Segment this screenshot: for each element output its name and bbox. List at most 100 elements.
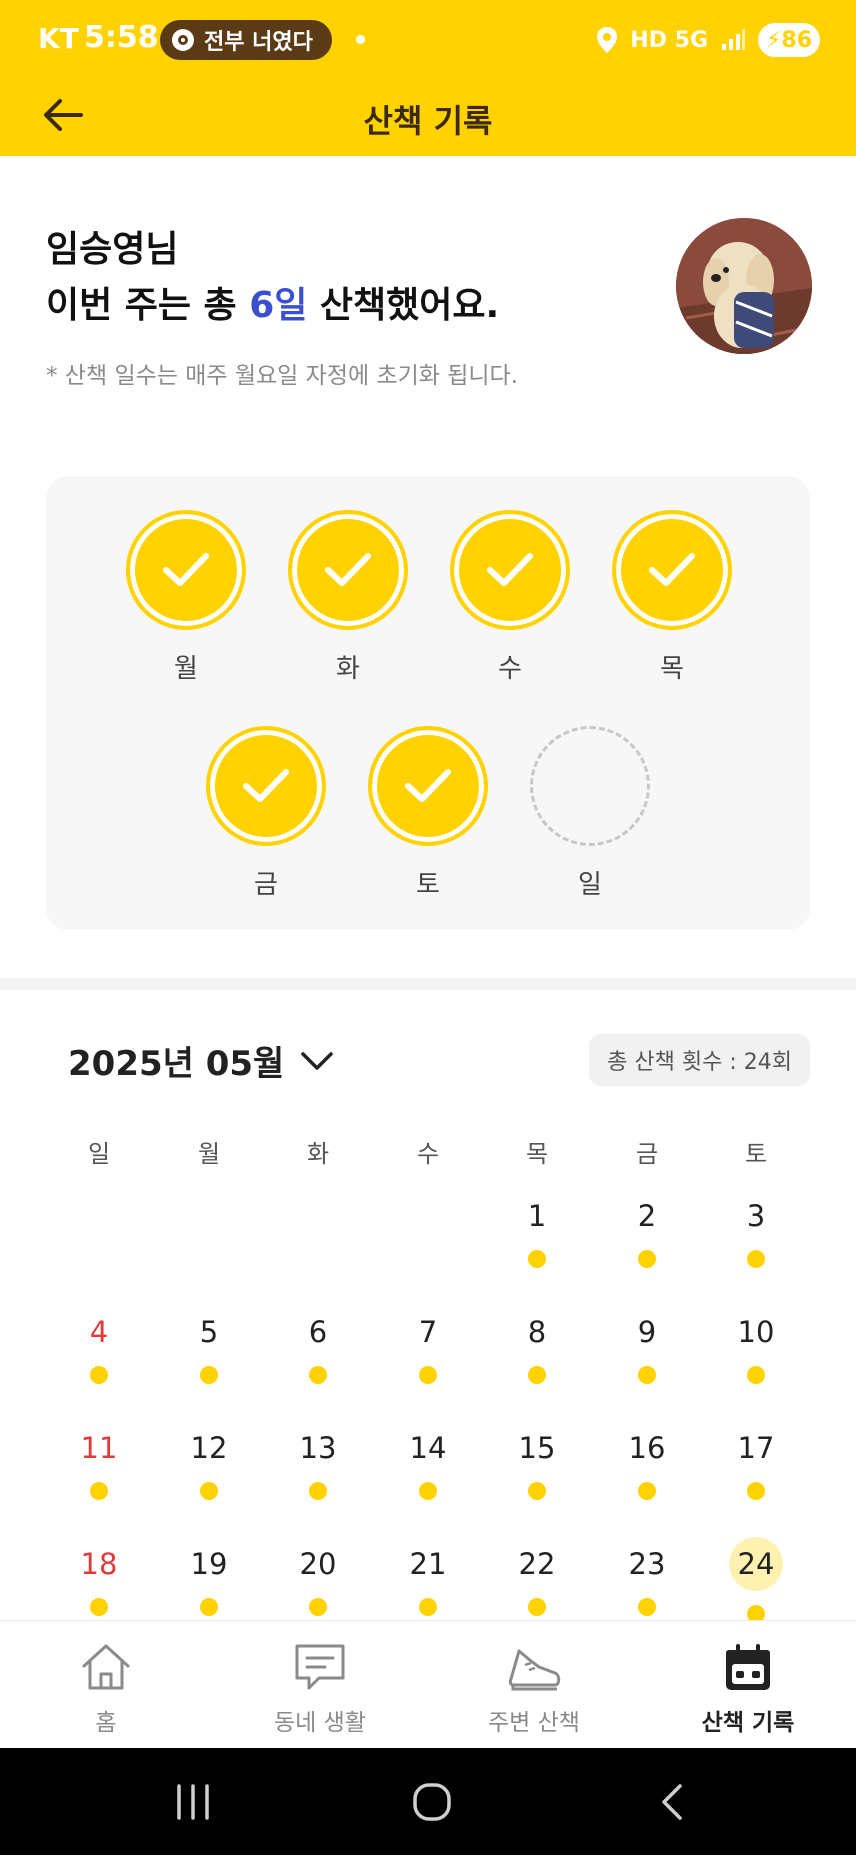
walk-marker-dot xyxy=(747,1366,765,1384)
calendar-day[interactable]: 10 xyxy=(716,1312,796,1412)
nav-label: 산책 기록 xyxy=(701,1710,795,1736)
check-icon xyxy=(243,769,289,802)
day-label: 금 xyxy=(254,870,278,900)
calendar-day[interactable]: 14 xyxy=(388,1428,468,1528)
total-walk-count-badge: 총 산책 횟수 : 24회 xyxy=(589,1034,810,1086)
walk-marker-dot xyxy=(309,1366,327,1384)
week-day-tue: 화 xyxy=(288,510,408,685)
media-title: 전부 너였다 xyxy=(204,30,313,55)
month-selector[interactable]: 2025년 05월 xyxy=(68,1036,334,1085)
bottom-navigation: 홈 동네 생활 주변 산책 산책 기록 xyxy=(0,1620,856,1748)
check-icon xyxy=(487,553,533,586)
chevron-left-icon xyxy=(662,1784,682,1820)
walk-marker-dot xyxy=(419,1366,437,1384)
walk-marker-dot xyxy=(200,1482,218,1500)
calendar-day-number: 22 xyxy=(518,1547,556,1581)
weekday-label: 수 xyxy=(416,1140,440,1168)
week-day-fri: 금 xyxy=(206,726,326,901)
location-icon xyxy=(597,27,618,53)
chevron-down-icon xyxy=(301,1051,334,1070)
check-icon xyxy=(649,553,695,586)
day-label: 월 xyxy=(174,654,198,684)
walk-marker-dot xyxy=(638,1598,656,1616)
media-indicator[interactable]: 전부 너였다 xyxy=(160,20,332,60)
calendar-day-number: 13 xyxy=(299,1431,337,1465)
calendar-day-number: 8 xyxy=(527,1315,547,1349)
home-system-button[interactable] xyxy=(402,1774,462,1830)
calendar-day[interactable]: 1 xyxy=(497,1196,577,1296)
notification-dot xyxy=(356,35,365,44)
system-navigation-bar xyxy=(0,1748,856,1855)
calendar-day-number: 7 xyxy=(418,1315,438,1349)
day-label: 목 xyxy=(660,654,684,684)
nav-walk-record[interactable]: 산책 기록 xyxy=(663,1639,833,1737)
calendar-day[interactable]: 11 xyxy=(59,1428,139,1528)
calendar-day-number: 6 xyxy=(308,1315,328,1349)
weekday-label: 목 xyxy=(525,1140,549,1168)
dog-photo xyxy=(676,218,812,354)
calendar-day[interactable]: 2 xyxy=(607,1196,687,1296)
day-label: 토 xyxy=(416,870,440,900)
calendar-day[interactable]: 3 xyxy=(716,1196,796,1296)
walk-marker-dot xyxy=(200,1366,218,1384)
day-status-walked xyxy=(612,510,732,630)
calendar-day[interactable]: 6 xyxy=(278,1312,358,1412)
calendar-day-number: 23 xyxy=(628,1547,666,1581)
nav-community[interactable]: 동네 생활 xyxy=(235,1639,405,1737)
nav-home[interactable]: 홈 xyxy=(21,1639,191,1737)
weekly-walk-card: 월 화 수 목 금 토 일 xyxy=(46,476,810,930)
day-label: 일 xyxy=(578,870,602,900)
play-icon xyxy=(172,29,194,51)
day-status-walked xyxy=(368,726,488,846)
calendar-day-number: 3 xyxy=(746,1199,766,1233)
calendar-day-number: 4 xyxy=(89,1315,109,1349)
calendar-day[interactable]: 4 xyxy=(59,1312,139,1412)
calendar-day[interactable]: 15 xyxy=(497,1428,577,1528)
reset-note: * 산책 일수는 매주 월요일 자정에 초기화 됩니다. xyxy=(46,363,519,389)
walk-marker-dot xyxy=(309,1598,327,1616)
pet-avatar[interactable] xyxy=(676,218,812,354)
month-label: 2025년 05월 xyxy=(68,1044,285,1084)
calendar-day-number: 18 xyxy=(80,1547,118,1581)
battery-level: 86 xyxy=(781,27,813,53)
week-day-wed: 수 xyxy=(450,510,570,685)
user-name: 임승영님 xyxy=(46,229,179,270)
calendar-day-number: 20 xyxy=(299,1547,337,1581)
check-icon xyxy=(405,769,451,802)
back-system-button[interactable] xyxy=(642,1774,702,1830)
week-day-sun: 일 xyxy=(530,726,650,901)
page-title: 산책 기록 xyxy=(363,102,493,140)
calendar-day[interactable]: 16 xyxy=(607,1428,687,1528)
calendar-day[interactable]: 8 xyxy=(497,1312,577,1412)
recent-apps-button[interactable] xyxy=(163,1774,223,1830)
calendar-day[interactable]: 5 xyxy=(169,1312,249,1412)
check-icon xyxy=(163,553,209,586)
weekday-label: 금 xyxy=(635,1140,659,1168)
nav-nearby-walk[interactable]: 주변 산책 xyxy=(449,1639,619,1737)
status-bar: KT 5:58 전부 너였다 HD 5G ⚡ 86 xyxy=(0,0,856,80)
status-icons: HD 5G ⚡ 86 xyxy=(596,20,820,60)
calendar-day-number: 21 xyxy=(409,1547,447,1581)
nav-label: 동네 생활 xyxy=(274,1710,366,1736)
calendar-day[interactable]: 7 xyxy=(388,1312,468,1412)
calendar-day[interactable]: 9 xyxy=(607,1312,687,1412)
check-icon xyxy=(325,553,371,586)
walk-days-count: 6일 xyxy=(249,285,308,326)
calendar-day[interactable]: 17 xyxy=(716,1428,796,1528)
walk-marker-dot xyxy=(309,1482,327,1500)
section-divider xyxy=(0,978,856,990)
app-header: 산책 기록 xyxy=(0,80,856,156)
walk-marker-dot xyxy=(419,1482,437,1500)
walk-marker-dot xyxy=(90,1366,108,1384)
home-circle-icon xyxy=(413,1783,451,1821)
calendar-day-number: 16 xyxy=(628,1431,666,1465)
day-label: 화 xyxy=(336,654,360,684)
nav-label: 홈 xyxy=(95,1710,117,1736)
calendar-day-number: 12 xyxy=(190,1431,228,1465)
day-status-empty xyxy=(530,726,650,846)
calendar-day-number: 10 xyxy=(737,1315,775,1349)
calendar-day[interactable]: 13 xyxy=(278,1428,358,1528)
calendar-day[interactable]: 12 xyxy=(169,1428,249,1528)
week-day-thu: 목 xyxy=(612,510,732,685)
walk-marker-dot xyxy=(747,1250,765,1268)
